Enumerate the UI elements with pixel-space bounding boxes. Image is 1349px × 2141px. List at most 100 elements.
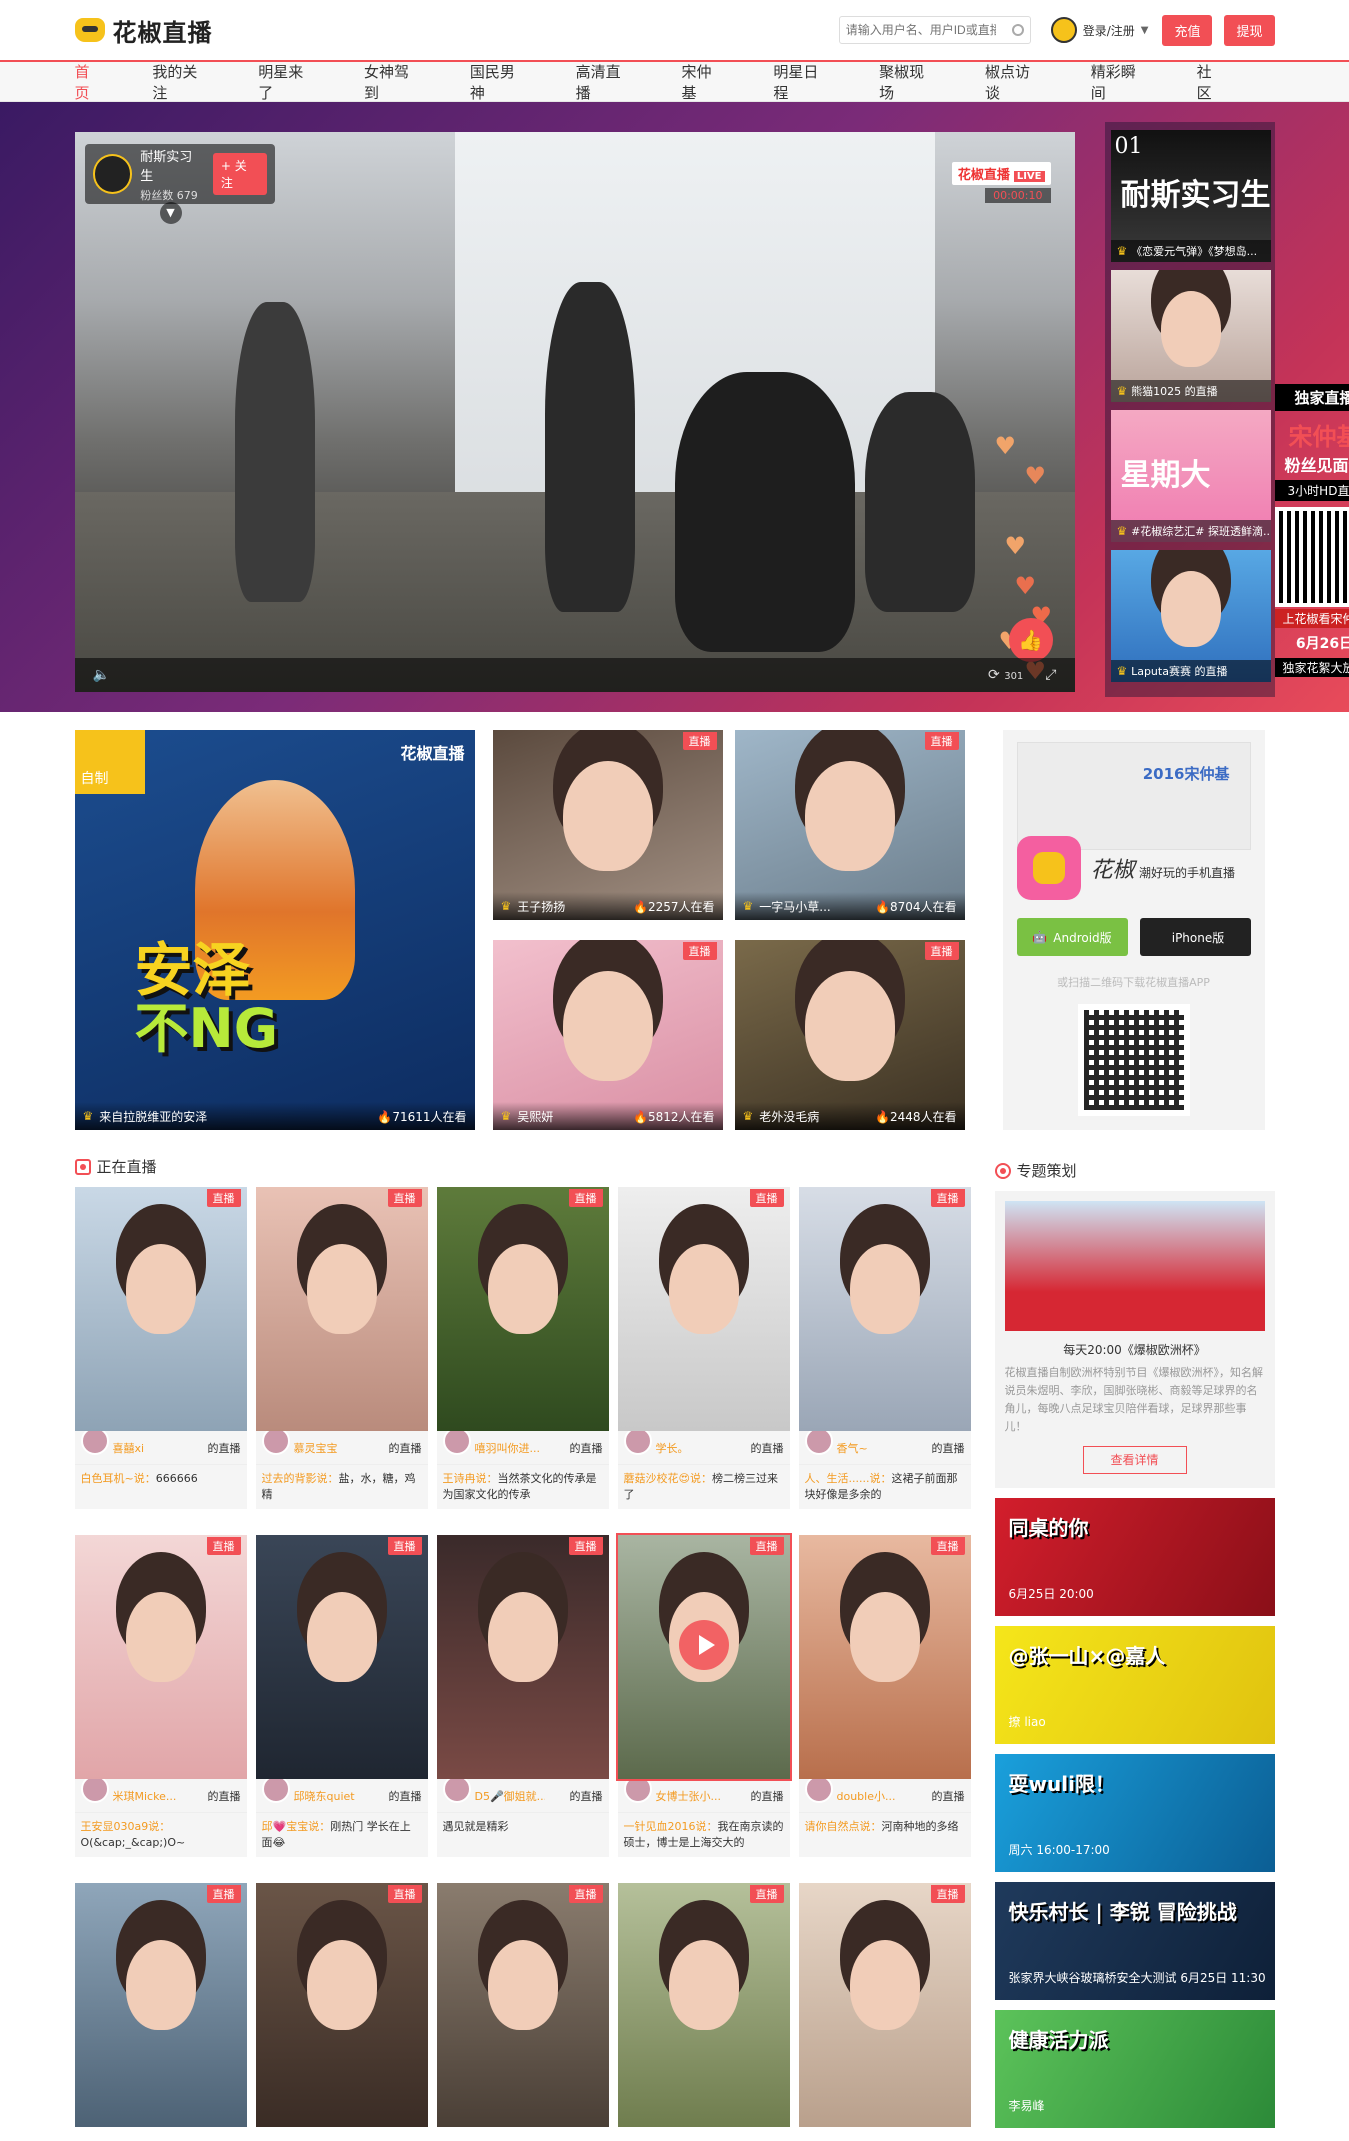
tile-image[interactable]: 直播 (436, 1187, 609, 1431)
featured-main-card[interactable]: 自制 花椒直播 安泽 不NG ♛ 来自拉脱维亚的安泽 🔥71611人在看 (74, 730, 475, 1130)
tile-image[interactable]: 直播 (74, 1535, 247, 1779)
tile-image[interactable]: 直播 (798, 1535, 971, 1779)
nav-item[interactable]: 首页 (75, 61, 125, 103)
special-image[interactable] (1004, 1201, 1265, 1331)
live-tile[interactable]: 直播 D5🎤御姐就... 的直播 遇见就是精彩 (436, 1535, 609, 1857)
counter-icon[interactable]: ⟳ 301 (988, 667, 1023, 683)
featured-card[interactable]: 直播 ♛ 王子扬扬 🔥2257人在看 (492, 730, 723, 920)
featured-card[interactable]: 直播 ♛ 吴熙妍 🔥5812人在看 (492, 940, 723, 1130)
android-download-button[interactable]: 🤖 Android版 (1016, 918, 1128, 956)
tile-image[interactable]: 直播 (74, 1883, 247, 2127)
tile-image[interactable]: 直播 (615, 1533, 792, 1781)
promo-banner[interactable]: @张一山×@嘉人撩 liao (994, 1626, 1275, 1744)
chevron-down-icon[interactable]: ▼ (159, 202, 182, 224)
site-logo[interactable]: 花椒直播 (74, 13, 213, 48)
live-tile[interactable]: 直播 嘻羽叫你进... 的直播 王诗冉说：当然茶文化的传承是为国家文化的传承 (436, 1187, 609, 1509)
promo-banner[interactable]: 耍wuli限！ 周六 16:00-17:00 (994, 1754, 1275, 1872)
anchor-name[interactable]: 女博士张小... (656, 1788, 722, 1804)
live-tile[interactable]: 直播 慕灵宝宝 的直播 过去的背影说：盐，水，糖，鸡精 (255, 1187, 428, 1509)
live-tile[interactable]: 直播 喜囍xi 的直播 白色耳机~说：666666 (74, 1187, 247, 1509)
live-tile[interactable]: 直播 香气~ 的直播 人、生活......说：这裙子前面那块好像是多余的 (798, 1187, 971, 1509)
tile-image[interactable]: 直播 (255, 1535, 428, 1779)
nav-item[interactable]: 社区 (1197, 61, 1247, 103)
like-button[interactable]: 👍 (1008, 618, 1053, 662)
card-caption: ♛ 一字马小草... 🔥8704人在看 (734, 892, 965, 920)
live-tile[interactable]: 直播 (436, 1883, 609, 2127)
video-player[interactable]: 耐斯实习生 粉丝数 679 + 关注 ▼ 花椒直播 LIVE 00:00:10 ♥… (74, 132, 1075, 692)
nav-item[interactable]: 精彩瞬间 (1091, 61, 1169, 103)
anchor-name[interactable]: 喜囍xi (113, 1440, 145, 1456)
app-banner[interactable]: 2016宋仲基 (1016, 742, 1251, 850)
search-icon[interactable] (1011, 24, 1024, 36)
live-tag: 直播 (387, 1537, 422, 1555)
nav-item[interactable]: 椒点访谈 (985, 61, 1063, 103)
featured-card[interactable]: 直播 ♛ 老外没毛病 🔥2448人在看 (734, 940, 965, 1130)
anchor-name[interactable]: 学长。 (656, 1440, 689, 1456)
side-rec-item[interactable]: 星期大 ♛ #花椒综艺汇# 探班透鲜滴... (1110, 410, 1271, 542)
fire-icon: 🔥 (377, 1109, 393, 1124)
nav-item[interactable]: 高清直播 (576, 61, 654, 103)
anchor-name[interactable]: 邱晓东quiet (294, 1788, 355, 1804)
tile-image[interactable]: 直播 (255, 1187, 428, 1431)
says-label: 说： (133, 1472, 156, 1485)
tile-image[interactable]: 直播 (436, 1535, 609, 1779)
play-icon[interactable] (678, 1619, 729, 1670)
nav-item[interactable]: 明星日程 (773, 61, 851, 103)
live-tile[interactable]: 直播 米琪Micke... 的直播 王安显030a9说： O(&cap;_&cap;)O… (74, 1535, 247, 1857)
anchor-avatar[interactable] (92, 154, 133, 194)
volume-icon[interactable]: 🔈 (93, 667, 110, 683)
tile-image[interactable]: 直播 (617, 1883, 790, 2127)
tile-image[interactable]: 直播 (798, 1187, 971, 1431)
fullscreen-icon[interactable]: ⤢ (1045, 667, 1056, 683)
login-link[interactable]: 登录/注册 (1083, 22, 1135, 39)
tile-image[interactable]: 直播 (255, 1883, 428, 2127)
nav-item[interactable]: 宋仲基 (681, 61, 745, 103)
live-tile[interactable]: 直播 邱晓东quiet 的直播 邱💗宝宝说：刚热门 学长在上面😂 (255, 1535, 428, 1857)
anchor-name[interactable]: 嘻羽叫你进... (475, 1440, 541, 1456)
card-caption: ♛ 王子扬扬 🔥2257人在看 (492, 892, 723, 920)
iphone-download-button[interactable]: iPhone版 (1139, 918, 1251, 956)
featured-card[interactable]: 直播 ♛ 一字马小草... 🔥8704人在看 (734, 730, 965, 920)
tile-image[interactable]: 直播 (798, 1883, 971, 2127)
crown-icon: ♛ (1116, 664, 1132, 678)
live-tile[interactable]: 直播 double小... 的直播 请你自然点说：河南种地的多络 (798, 1535, 971, 1857)
anchor-name[interactable]: D5🎤御姐就... (475, 1788, 545, 1804)
side-rec-item[interactable]: ♛ Laputa赛赛 的直播 (1110, 550, 1271, 682)
live-tile[interactable]: 直播 女博士张小... 的直播 一针见血2016说：我在南京读的硕士，博士是上海交大的 (615, 1533, 792, 1857)
songjoongki-promo[interactable]: 独家直播 宋仲基 粉丝见面会 3小时HD直播 上花椒看宋仲基 6月26日 独家花… (1274, 384, 1349, 677)
nav-item[interactable]: 我的关注 (152, 61, 230, 103)
side-rec-item[interactable]: 01 耐斯实习生 ♛ 《恋爱元气弹》《梦想岛... (1110, 130, 1271, 262)
nav-item[interactable]: 聚椒现场 (879, 61, 957, 103)
live-tile[interactable]: 直播 (74, 1883, 247, 2127)
anchor-name[interactable]: 香气~ (837, 1440, 868, 1456)
user-menu[interactable]: 登录/注册 ▼ (1050, 17, 1148, 43)
live-tile[interactable]: 直播 (617, 1883, 790, 2127)
promo-banner[interactable]: 快乐村长 | 李锐 冒险挑战 张家界大峡谷玻璃桥安全大测试 6月25日 11:30 (994, 1882, 1275, 2000)
nav-item[interactable]: 国民男神 (470, 61, 548, 103)
heart-icon: ♥ (994, 432, 1017, 460)
anchor-name[interactable]: 米琪Micke... (113, 1788, 177, 1804)
live-tile[interactable]: 直播 (255, 1883, 428, 2127)
nav-item[interactable]: 明星来了 (258, 61, 336, 103)
view-details-button[interactable]: 查看详情 (1082, 1446, 1187, 1474)
viewer-count: 2448人在看 (889, 1109, 957, 1124)
anchor-name[interactable]: double小... (837, 1788, 896, 1804)
tile-face (306, 1592, 377, 1683)
tile-image[interactable]: 直播 (436, 1883, 609, 2127)
search-input[interactable] (845, 23, 996, 37)
anchor-name[interactable]: 慕灵宝宝 (294, 1440, 338, 1456)
live-icon (74, 1158, 91, 1175)
nav-item[interactable]: 女神驾到 (364, 61, 442, 103)
withdraw-button[interactable]: 提现 (1224, 14, 1275, 46)
anchor-name[interactable]: 耐斯实习生 (140, 146, 205, 184)
live-tile[interactable]: 直播 学长。 的直播 蘑菇沙校花😍说：榜二榜三过来了 (617, 1187, 790, 1509)
live-tile[interactable]: 直播 (798, 1883, 971, 2127)
promo-banner[interactable]: 健康活力派 李易峰 (994, 2010, 1275, 2128)
follow-button[interactable]: + 关注 (212, 153, 267, 195)
tile-image[interactable]: 直播 (74, 1187, 247, 1431)
side-rec-item[interactable]: ♛ 熊猫1025 的直播 (1110, 270, 1271, 402)
promo-banner[interactable]: 同桌的你 6月25日 20:00 (994, 1498, 1275, 1616)
rec-caption-text: 《恋爱元气弹》《梦想岛... (1131, 245, 1258, 258)
recharge-button[interactable]: 充值 (1162, 14, 1213, 46)
tile-image[interactable]: 直播 (617, 1187, 790, 1431)
